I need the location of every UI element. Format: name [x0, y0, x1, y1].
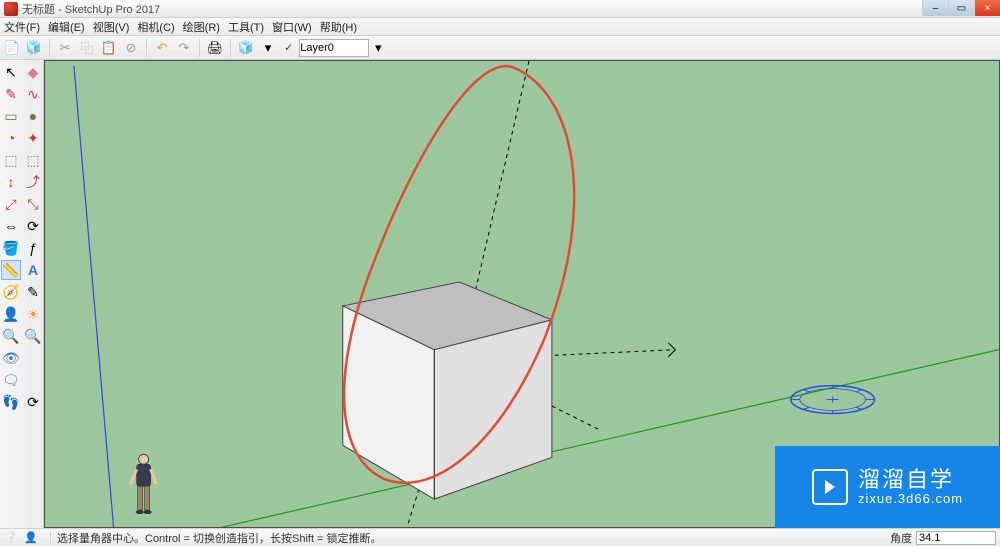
protractor-tool[interactable]: ⟳	[23, 216, 43, 236]
toolbar-separator	[230, 39, 231, 57]
eraser-tool[interactable]: ◆	[23, 62, 43, 82]
status-hint: 选择量角器中心。Control = 切换创造指引，长按Shift = 锁定推断。	[57, 530, 382, 546]
measurement-box: 角度	[890, 530, 996, 546]
model-info-button[interactable]: 🧊	[236, 38, 256, 58]
blue-axis	[74, 66, 114, 527]
new-file-button[interactable]: 📄	[2, 38, 22, 58]
app-icon	[4, 2, 18, 16]
freehand-tool[interactable]: ∿	[23, 84, 43, 104]
cube-model[interactable]	[343, 282, 552, 499]
3dtext-tool[interactable]: A	[23, 260, 43, 280]
window-controls: – ▭ ×	[922, 0, 1000, 16]
user-icon[interactable]: 👤	[24, 531, 38, 545]
menu-draw[interactable]: 绘图(R)	[183, 19, 220, 35]
top-toolbar: 📄 🧊 ✂ ⿻ 📋 ⊘ ↶ ↷ 🖨 🧊 ▾ ✓ ▾	[0, 36, 1000, 60]
statusbar: ❔ 👤 选择量角器中心。Control = 切换创造指引，长按Shift = 锁…	[0, 528, 1000, 546]
delete-button[interactable]: ⊘	[121, 38, 141, 58]
empty-slot2	[23, 370, 43, 390]
layer-check-icon: ✓	[284, 41, 293, 54]
layer-dropdown-button[interactable]: ▾	[371, 38, 385, 58]
followme-tool[interactable]: ⬚	[23, 150, 43, 170]
zoom-extents-tool[interactable]: 👁	[1, 348, 21, 368]
redo-button[interactable]: ↷	[174, 38, 194, 58]
print-button[interactable]: 🖨	[205, 38, 225, 58]
polygon-tool[interactable]: ✦	[23, 128, 43, 148]
toolbar-separator	[146, 39, 147, 57]
menu-file[interactable]: 文件(F)	[4, 19, 40, 35]
toolbar-separator	[49, 39, 50, 57]
cut-button[interactable]: ✂	[55, 38, 75, 58]
walk-tool[interactable]: 👣	[1, 392, 21, 412]
select-tool[interactable]: ↖	[1, 62, 21, 82]
maximize-button[interactable]: ▭	[948, 0, 974, 16]
line-tool[interactable]: ✎	[1, 84, 21, 104]
play-icon	[812, 469, 848, 505]
zoom-tool[interactable]: 🔍	[1, 326, 21, 346]
move-tool[interactable]: ↕	[1, 172, 21, 192]
menu-help[interactable]: 帮助(H)	[320, 19, 357, 35]
circle-tool[interactable]: ●	[23, 106, 43, 126]
protractor-cursor	[791, 386, 875, 414]
menu-tools[interactable]: 工具(T)	[228, 19, 264, 35]
layer-toggle-button[interactable]: ▾	[258, 38, 278, 58]
titlebar: 无标题 - SketchUp Pro 2017 – ▭ ×	[0, 0, 1000, 18]
watermark-banner: 溜溜自学 zixue.3d66.com	[775, 446, 1000, 528]
axes-tool[interactable]: 🧭	[1, 282, 21, 302]
paint-tool[interactable]: 🪣	[1, 238, 21, 258]
look-around-tool[interactable]: ☀	[23, 304, 43, 324]
position-camera-tool[interactable]: 👤	[1, 304, 21, 324]
vcb-input[interactable]	[916, 531, 996, 545]
pushpull-tool[interactable]: ⬚	[1, 150, 21, 170]
menu-window[interactable]: 窗口(W)	[272, 19, 312, 35]
copy-button[interactable]: ⿻	[77, 38, 97, 58]
previous-view-tool[interactable]: 🗨	[1, 370, 21, 390]
status-separator	[50, 531, 51, 545]
help-icon[interactable]: ❔	[4, 531, 18, 545]
arc-tool[interactable]: ◔	[1, 128, 21, 148]
window-title: 无标题 - SketchUp Pro 2017	[22, 1, 160, 17]
menu-view[interactable]: 视图(V)	[93, 19, 130, 35]
empty-slot	[23, 348, 43, 368]
text-tool[interactable]: ƒ	[23, 238, 43, 258]
left-toolbar: ↖ ◆ ✎ ∿ ▭ ● ◔ ✦ ⬚ ⬚ ↕ ⤴ ⤢ ⤡ ⇔ ⟳ 🪣 ƒ 📏 A …	[0, 60, 44, 528]
dimension-tool[interactable]: 📏	[1, 260, 21, 280]
toolbar-separator	[199, 39, 200, 57]
undo-button[interactable]: ↶	[152, 38, 172, 58]
section-tool[interactable]: ✎	[23, 282, 43, 302]
menu-edit[interactable]: 编辑(E)	[48, 19, 85, 35]
menu-camera[interactable]: 相机(C)	[137, 19, 174, 35]
menubar: 文件(F) 编辑(E) 视图(V) 相机(C) 绘图(R) 工具(T) 窗口(W…	[0, 18, 1000, 36]
component-button[interactable]: 🧊	[24, 38, 44, 58]
watermark-title: 溜溜自学	[858, 467, 963, 492]
paste-button[interactable]: 📋	[99, 38, 119, 58]
rotate-tool[interactable]: ⤴	[23, 172, 43, 192]
orbit-tool[interactable]: ⟳	[23, 392, 43, 412]
layer-select[interactable]	[299, 39, 369, 57]
minimize-button[interactable]: –	[922, 0, 948, 16]
offset-tool[interactable]: ⤡	[23, 194, 43, 214]
scale-figure[interactable]	[131, 454, 157, 514]
close-button[interactable]: ×	[974, 0, 1000, 16]
zoom-window-tool[interactable]: 🔍	[23, 326, 43, 346]
tape-tool[interactable]: ⇔	[1, 216, 21, 236]
rectangle-tool[interactable]: ▭	[1, 106, 21, 126]
watermark-url: zixue.3d66.com	[858, 492, 963, 507]
scale-tool[interactable]: ⤢	[1, 194, 21, 214]
vcb-label: 角度	[890, 530, 912, 546]
